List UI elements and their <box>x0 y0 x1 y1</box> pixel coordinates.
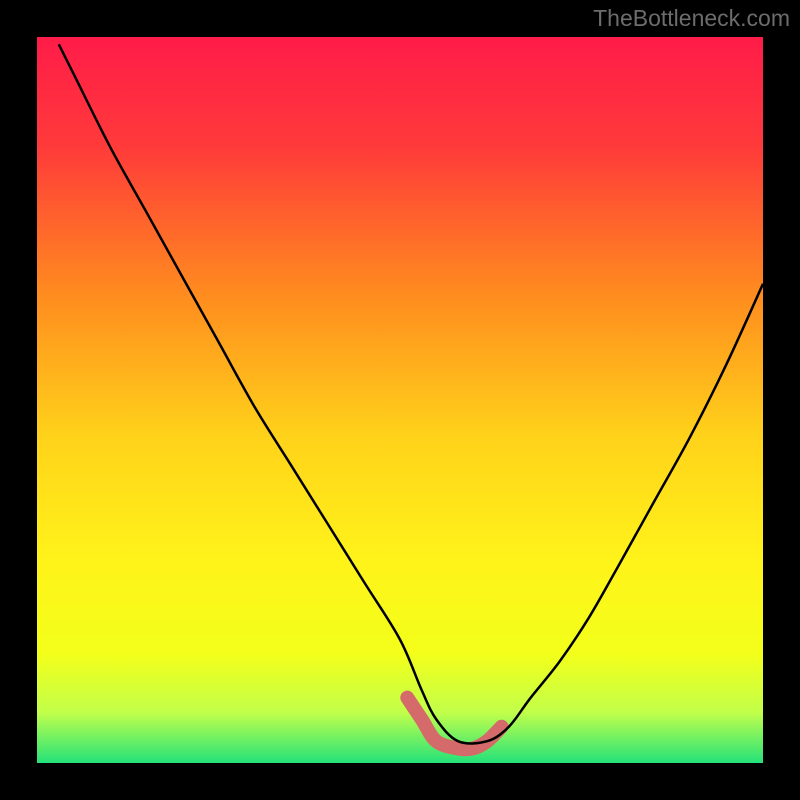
chart-curve <box>37 37 763 763</box>
watermark-text: TheBottleneck.com <box>593 5 790 32</box>
bottleneck-curve-path <box>59 44 763 743</box>
chart-plot-area <box>37 37 763 763</box>
